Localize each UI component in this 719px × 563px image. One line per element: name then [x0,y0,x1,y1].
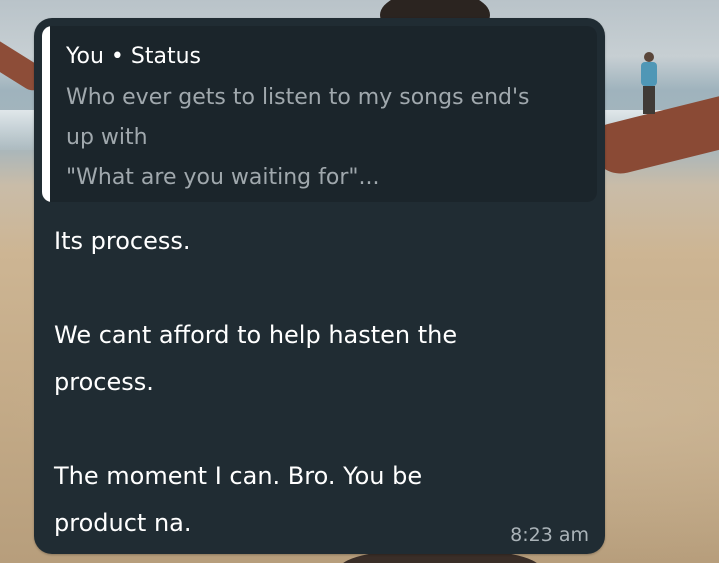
message-bubble[interactable]: You • Status Who ever gets to listen to … [34,18,605,554]
message-line: Its process. [54,227,191,255]
message-line: We cant afford to help hasten the [54,321,458,349]
message-text: Its process. We cant afford to help hast… [54,218,574,547]
message-line: The moment I can. Bro. You be [54,462,423,490]
quote-line: Who ever gets to listen to my songs end'… [66,85,530,110]
distant-person [638,52,658,116]
quote-line: up with [66,125,148,150]
quote-text: Who ever gets to listen to my songs end'… [66,78,586,198]
quote-line: "What are you waiting for"... [66,165,380,190]
message-line [54,406,574,453]
quote-author: You • Status [66,44,201,69]
message-line: product na. [54,509,192,537]
distant-person-legs [643,86,655,114]
quoted-status-reply[interactable]: You • Status Who ever gets to listen to … [42,26,597,202]
distant-person-head [644,52,654,62]
message-line [54,265,574,312]
quote-bar [42,26,50,202]
distant-person-body [641,62,657,86]
message-timestamp: 8:23 am [510,524,589,546]
message-line: process. [54,368,154,396]
